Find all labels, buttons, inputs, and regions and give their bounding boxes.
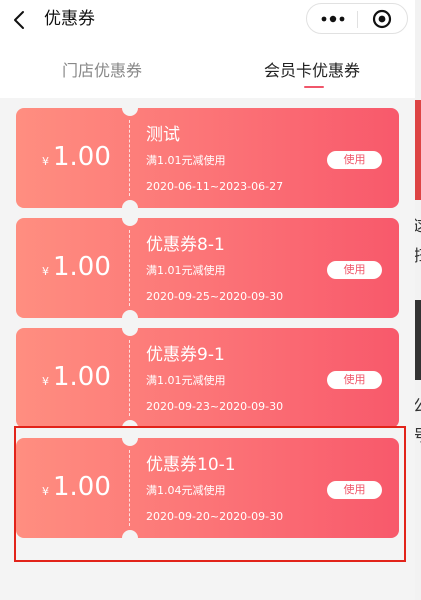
coupon-amount: ¥1.00 — [42, 252, 111, 282]
coupon-tabs: 门店优惠券 会员卡优惠券 — [0, 40, 415, 98]
use-button[interactable]: 使用 — [327, 371, 382, 389]
amount-value: 1.00 — [53, 362, 111, 392]
background-text: 号 — [415, 428, 421, 444]
coupon-name: 优惠券9-1 — [146, 345, 225, 365]
background-text: 扫 — [415, 248, 421, 264]
coupon-name: 优惠券8-1 — [146, 235, 225, 255]
coupon-validity: 2020-09-25~2020-09-30 — [146, 290, 284, 303]
background-image-fragment — [415, 300, 421, 380]
coupon-amount: ¥1.00 — [42, 142, 111, 172]
tab-member-card-coupons[interactable]: 会员卡优惠券 — [264, 60, 360, 82]
background-text: 这 — [415, 218, 421, 234]
coupon-notch — [122, 320, 138, 336]
coupon-card[interactable]: ¥1.00 测试 满1.01元减使用 2020-06-11~2023-06-27… — [16, 100, 399, 216]
coupon-condition: 满1.01元减使用 — [146, 374, 226, 387]
coupon-condition: 满1.01元减使用 — [146, 264, 226, 277]
more-dots-icon[interactable] — [320, 13, 346, 25]
close-target-icon[interactable] — [371, 8, 393, 30]
coupon-validity: 2020-09-23~2020-09-30 — [146, 400, 284, 413]
coupon-card[interactable]: ¥1.00 优惠券8-1 满1.01元减使用 2020-09-25~2020-0… — [16, 210, 399, 326]
background-image-fragment — [415, 100, 421, 200]
coupon-notch — [122, 100, 138, 116]
coupon-notch — [122, 210, 138, 226]
capsule-divider — [357, 11, 358, 28]
coupon-divider — [129, 120, 130, 196]
background-text: 公 — [415, 398, 421, 414]
back-chevron-icon[interactable] — [10, 8, 30, 32]
coupon-condition: 满1.01元减使用 — [146, 154, 226, 167]
coupon-name: 测试 — [146, 125, 180, 145]
currency-symbol: ¥ — [42, 155, 49, 168]
active-tab-indicator — [304, 86, 324, 88]
use-button[interactable]: 使用 — [327, 261, 382, 279]
tab-store-coupons[interactable]: 门店优惠券 — [62, 60, 142, 82]
currency-symbol: ¥ — [42, 265, 49, 278]
amount-value: 1.00 — [53, 142, 111, 172]
coupon-card[interactable]: ¥1.00 优惠券9-1 满1.01元减使用 2020-09-23~2020-0… — [16, 320, 399, 436]
page-title: 优惠券 — [44, 9, 95, 29]
coupon-validity: 2020-06-11~2023-06-27 — [146, 180, 284, 193]
currency-symbol: ¥ — [42, 375, 49, 388]
coupon-divider — [129, 340, 130, 416]
coupon-amount: ¥1.00 — [42, 362, 111, 392]
mini-program-capsule — [306, 3, 408, 34]
background-page-edge: 这 扫 公 号 — [415, 0, 421, 600]
use-button[interactable]: 使用 — [327, 151, 382, 169]
coupon-divider — [129, 230, 130, 306]
highlight-annotation-box — [14, 426, 406, 562]
amount-value: 1.00 — [53, 252, 111, 282]
coupon-page: 优惠券 门店优惠券 会员卡优惠券 ¥1.00 测试 满1.01元减使用 2020… — [0, 0, 415, 600]
navigation-bar: 优惠券 — [0, 0, 415, 40]
